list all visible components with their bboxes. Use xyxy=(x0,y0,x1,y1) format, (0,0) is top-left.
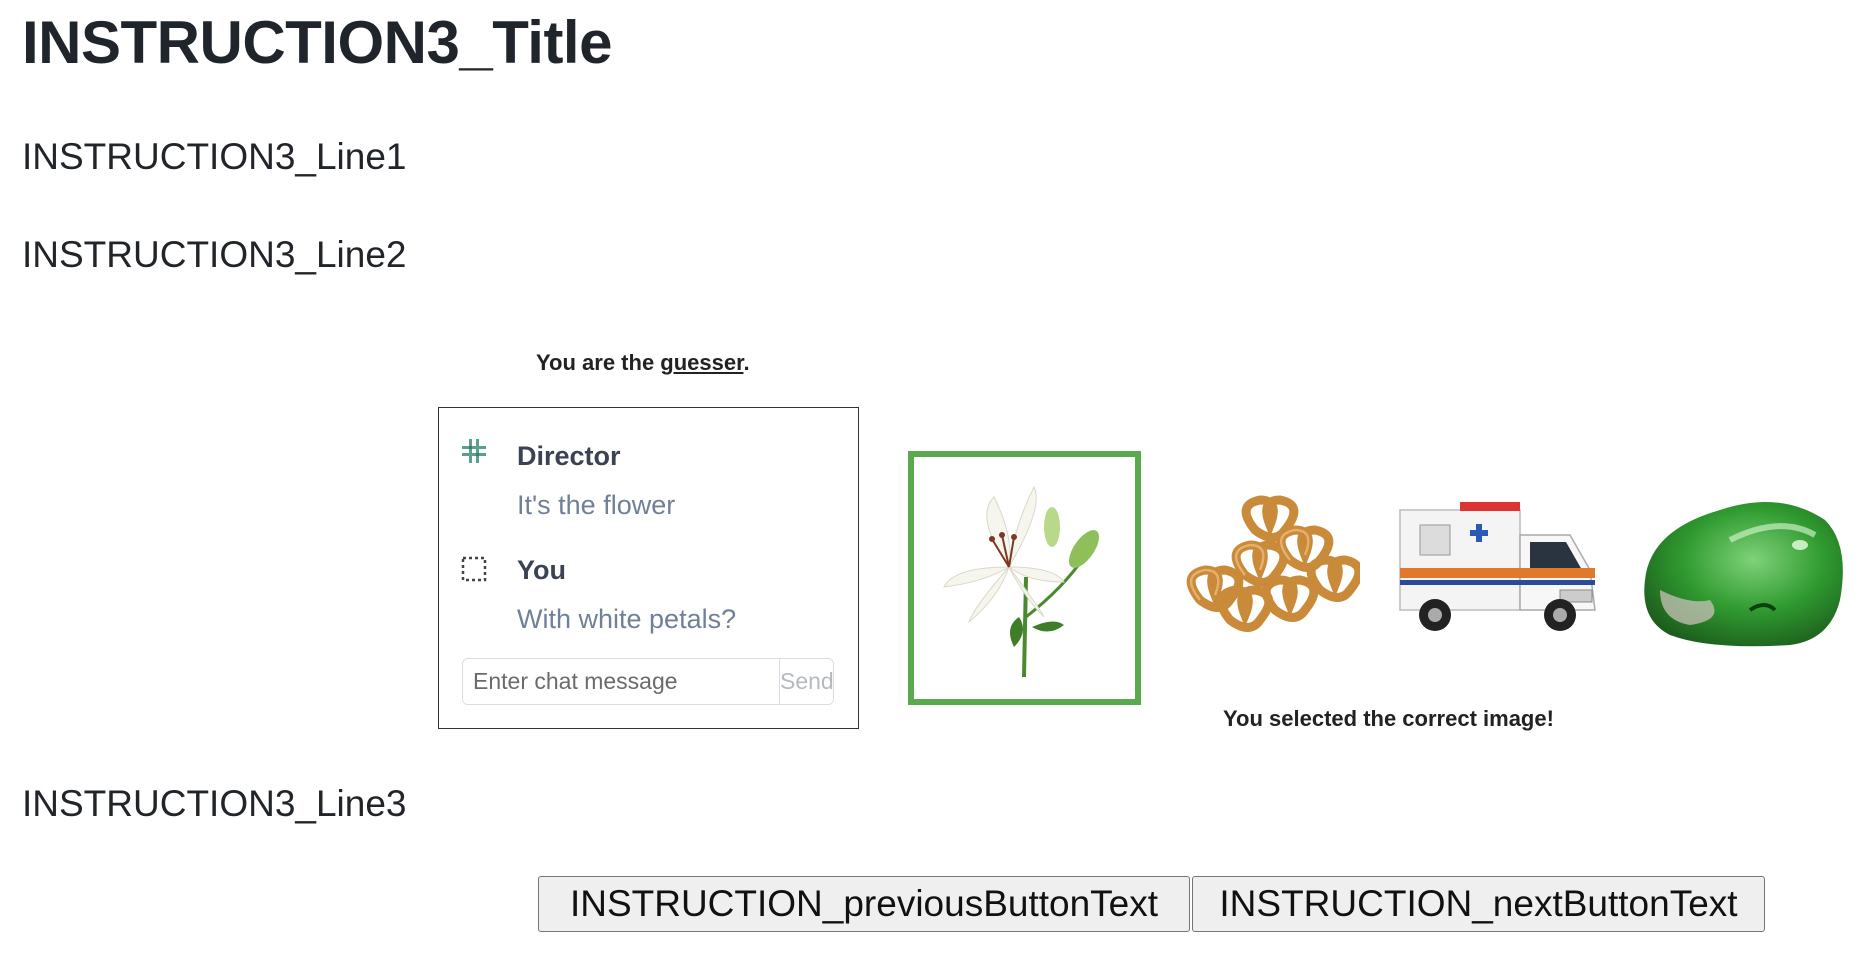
image-green-soap[interactable] xyxy=(1630,470,1862,670)
instruction-line-2: INSTRUCTION3_Line2 xyxy=(22,234,407,275)
chat-message-director: It's the flower xyxy=(517,490,676,520)
next-button[interactable]: INSTRUCTION_nextButtonText xyxy=(1192,876,1765,932)
chat-message-you: With white petals? xyxy=(517,604,737,634)
instruction-line-3: INSTRUCTION3_Line3 xyxy=(22,783,407,824)
image-lily-selected[interactable] xyxy=(908,451,1141,705)
chat-panel: Director It's the flower You With white … xyxy=(438,407,859,729)
chat-message-input[interactable] xyxy=(463,659,779,704)
role-word: guesser xyxy=(660,350,744,375)
green-soap-image xyxy=(1644,502,1843,647)
chat-sender-director: Director xyxy=(517,441,621,471)
ambulance-image xyxy=(1399,502,1596,631)
chat-sender-you: You xyxy=(517,555,566,585)
you-avatar-icon xyxy=(461,556,487,582)
page-title: INSTRUCTION3_Title xyxy=(22,9,612,76)
role-caption: You are the guesser. xyxy=(536,350,750,375)
send-button[interactable]: Send xyxy=(779,659,833,704)
result-message: You selected the correct image! xyxy=(1223,706,1554,731)
director-avatar-icon xyxy=(462,439,486,463)
chat-input-group: Send xyxy=(462,658,834,705)
pretzels-image xyxy=(1186,495,1364,632)
image-pretzels[interactable] xyxy=(1160,490,1364,660)
previous-button[interactable]: INSTRUCTION_previousButtonText xyxy=(538,876,1190,932)
lily-image xyxy=(943,485,1100,678)
instruction-line-1: INSTRUCTION3_Line1 xyxy=(22,136,407,177)
image-ambulance[interactable] xyxy=(1390,480,1610,650)
